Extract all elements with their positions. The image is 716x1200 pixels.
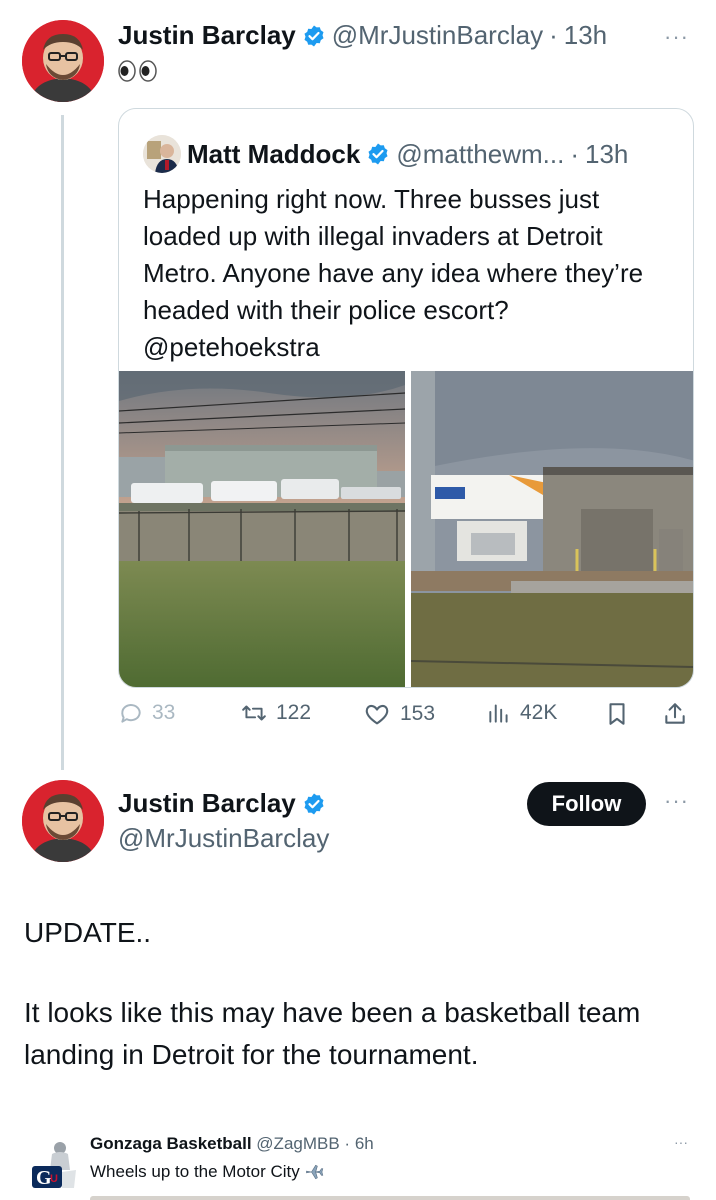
heart-icon [365, 704, 389, 725]
embedded-tweet-header: Gonzaga Basketball @ZagMBB · 6h [90, 1134, 374, 1154]
reply-button[interactable]: 33 [118, 700, 175, 726]
tweet-time[interactable]: 13h [564, 20, 607, 51]
svg-text:U: U [50, 1173, 58, 1185]
embedded-author-name[interactable]: Gonzaga Basketball [90, 1134, 252, 1153]
reply-count: 33 [152, 701, 176, 724]
separator-dot: · [570, 138, 579, 169]
quoted-tweet-header: Matt Maddock @matthewm... · 13h [143, 135, 628, 173]
reply-icon [121, 704, 141, 723]
airplane-emoji-icon [305, 1164, 323, 1180]
author-avatar[interactable] [22, 20, 104, 102]
tweet-header: Justin Barclay @MrJustinBarclay · 13h [118, 20, 607, 51]
views-button[interactable]: 42K [486, 700, 557, 726]
tweet-photo-right[interactable] [411, 371, 693, 687]
airport-hangar-photo-icon [119, 371, 405, 687]
quoted-author-name[interactable]: Matt Maddock [187, 139, 360, 170]
tweet-action-bar: 33 122 153 42K [118, 700, 694, 736]
author-avatar[interactable] [22, 780, 104, 862]
quoted-author-handle[interactable]: @matthewm... [396, 139, 564, 170]
retweet-count: 122 [276, 701, 312, 724]
quoted-tweet-time[interactable]: 13h [585, 139, 628, 170]
bookmark-button[interactable] [604, 700, 630, 728]
follow-button[interactable]: Follow [527, 782, 646, 826]
embedded-tweet-text-row: Wheels up to the Motor City [90, 1162, 324, 1182]
more-options-icon[interactable]: ··· [664, 24, 689, 50]
like-button[interactable]: 153 [362, 700, 435, 728]
bookmark-icon [609, 703, 625, 725]
like-count: 153 [400, 702, 436, 725]
quoted-tweet-text: Happening right now. Three busses just l… [143, 184, 644, 362]
author-name[interactable]: Justin Barclay [118, 788, 296, 819]
author-handle[interactable]: @MrJustinBarclay [332, 20, 543, 51]
thread-connector-line [61, 115, 64, 770]
separator-dot: · [344, 1134, 351, 1153]
tweet-text-paragraph: UPDATE.. [24, 917, 152, 948]
analytics-bars-icon [489, 704, 508, 723]
retweet-button[interactable]: 122 [240, 700, 311, 726]
embedded-media-preview[interactable] [90, 1196, 690, 1200]
verified-badge-icon [304, 793, 324, 814]
tweet-text-paragraph: It looks like this may have been a baske… [24, 997, 641, 1070]
tweet-header: Justin Barclay @MrJustinBarclay [118, 788, 329, 854]
airport-building-photo-icon [411, 371, 693, 687]
quoted-tweet-card[interactable]: Matt Maddock @matthewm... · 13h Happenin… [118, 108, 694, 688]
more-options-icon[interactable]: ··· [674, 1134, 688, 1150]
more-options-icon[interactable]: ··· [664, 788, 689, 814]
verified-badge-icon [304, 25, 324, 46]
quoted-author-avatar[interactable] [143, 135, 181, 173]
view-count: 42K [520, 701, 558, 724]
retweet-icon [242, 705, 266, 721]
quoted-avatar-portrait-icon [143, 135, 181, 173]
embedded-tweet-time[interactable]: 6h [355, 1134, 374, 1153]
embedded-author-handle[interactable]: @ZagMBB [256, 1134, 339, 1153]
tweet-photo-left[interactable] [119, 371, 405, 687]
verified-badge-icon [368, 143, 388, 165]
avatar-portrait-icon [22, 780, 104, 862]
share-button[interactable] [662, 700, 688, 728]
gonzaga-logo-icon: G U [26, 1136, 82, 1192]
avatar-portrait-icon [22, 20, 104, 102]
separator-dot: · [549, 20, 558, 50]
embedded-tweet-text: Wheels up to the Motor City [90, 1162, 300, 1181]
embedded-tweet[interactable]: G U Gonzaga Basketball @ZagMBB · 6h ··· … [24, 1126, 694, 1200]
author-name[interactable]: Justin Barclay [118, 20, 296, 51]
author-handle[interactable]: @MrJustinBarclay [118, 823, 329, 854]
eyes-emoji-icon [118, 60, 157, 82]
share-icon [665, 703, 685, 724]
